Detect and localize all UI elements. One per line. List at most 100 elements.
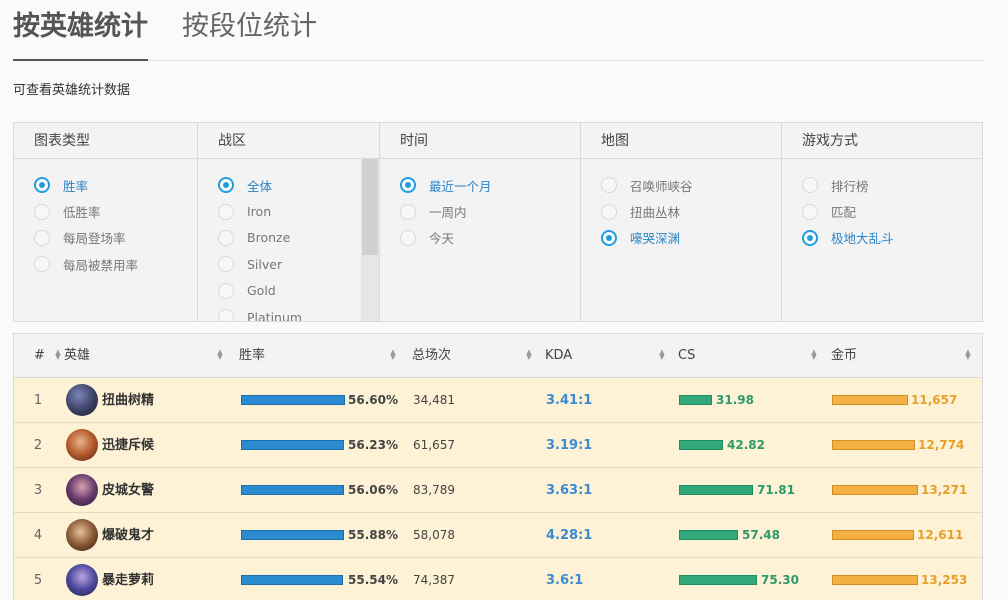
radio-unchecked-icon[interactable] [34,203,50,220]
filter-option[interactable]: Silver [198,251,379,277]
tab-by-hero[interactable]: 按英雄统计 [13,9,148,49]
rank-cell: 1 [33,393,43,408]
kda-value: 3.41:1 [546,393,593,408]
filter-chart-type: 图表类型 胜率 低胜率 每局登场率 每局被禁用率 [14,123,197,321]
gold-bar [832,485,918,495]
header-kda[interactable]: KDA [545,334,572,378]
hero-avatar[interactable] [66,519,98,551]
radio-unchecked-icon[interactable] [400,229,416,246]
header-winrate[interactable]: 胜率 [239,334,265,378]
radio-checked-icon[interactable] [218,177,234,194]
filter-option[interactable]: 每局登场率 [14,225,197,251]
header-cs[interactable]: CS [678,334,695,378]
filter-region-title: 战区 [198,123,379,159]
filter-option[interactable]: 一周内 [380,198,580,224]
radio-checked-icon[interactable] [601,229,617,246]
winrate-bar [241,530,344,540]
hero-name[interactable]: 暴走萝莉 [102,558,154,600]
filter-option[interactable]: 低胜率 [14,198,197,224]
filter-option[interactable]: 匹配 [782,198,982,224]
sort-icon[interactable]: ▲ ▼ [216,349,224,361]
table-row[interactable]: 5 暴走萝莉 55.54% 74,387 3.6:1 75.30 13,253 [14,558,982,600]
filter-option-label: Platinum [247,309,303,321]
header-hero[interactable]: 英雄 [64,334,90,378]
rank-cell: 4 [33,528,43,543]
cs-bar [679,440,723,450]
header-games[interactable]: 总场次 [412,334,451,378]
radio-unchecked-icon[interactable] [218,256,234,273]
filter-option[interactable]: Bronze [198,225,379,251]
sort-icon[interactable]: ▲ ▼ [389,349,397,361]
filter-map-title: 地图 [581,123,781,159]
hero-avatar[interactable] [66,384,98,416]
table-row[interactable]: 2 迅捷斥候 56.23% 61,657 3.19:1 42.82 12,774 [14,423,982,468]
filter-option[interactable]: Platinum [198,304,379,321]
rank-cell: 2 [33,438,43,453]
sort-icon[interactable]: ▲ ▼ [964,349,972,361]
sort-icon[interactable]: ▲ ▼ [810,349,818,361]
sort-icon[interactable]: ▲ ▼ [658,349,666,361]
filter-option[interactable]: 嚎哭深渊 [581,225,781,251]
cs-bar [679,530,738,540]
hero-name[interactable]: 皮城女警 [102,468,154,513]
radio-unchecked-icon[interactable] [34,229,50,246]
radio-unchecked-icon[interactable] [601,177,617,194]
filter-option[interactable]: 扭曲丛林 [581,198,781,224]
hero-avatar[interactable] [66,474,98,506]
hero-name[interactable]: 迅捷斥候 [102,423,154,468]
header-gold[interactable]: 金币 [831,334,857,378]
radio-unchecked-icon[interactable] [218,282,234,299]
radio-unchecked-icon[interactable] [601,203,617,220]
cs-value: 71.81 [757,483,795,497]
region-scrollbar-thumb[interactable] [362,159,378,255]
active-tab-indicator [13,59,148,61]
radio-unchecked-icon[interactable] [218,309,234,321]
cs-bar [679,485,753,495]
filter-option[interactable]: 全体 [198,172,379,198]
header-rank[interactable]: # [34,334,45,378]
games-value: 83,789 [413,483,455,497]
hero-avatar[interactable] [66,564,98,596]
filter-option-label: 胜率 [63,178,89,194]
filter-map-options: 召唤师峡谷 扭曲丛林 嚎哭深渊 [581,159,781,321]
filter-option[interactable]: 每局被禁用率 [14,251,197,277]
filter-option[interactable]: 最近一个月 [380,172,580,198]
radio-unchecked-icon[interactable] [218,203,234,220]
winrate-value: 55.54% [348,573,398,587]
sort-icon[interactable]: ▲ ▼ [54,349,62,361]
radio-checked-icon[interactable] [802,229,818,246]
hero-name[interactable]: 爆破鬼才 [102,513,154,558]
hero-avatar[interactable] [66,429,98,461]
winrate-bar [241,440,344,450]
gold-value: 12,611 [917,528,964,542]
table-row[interactable]: 4 爆破鬼才 55.88% 58,078 4.28:1 57.48 12,611 [14,513,982,558]
filter-option[interactable]: 排行榜 [782,172,982,198]
tab-by-tier[interactable]: 按段位统计 [182,9,317,49]
radio-unchecked-icon[interactable] [802,177,818,194]
filter-option[interactable]: 今天 [380,225,580,251]
table-row[interactable]: 1 扭曲树精 56.60% 34,481 3.41:1 31.98 11,657 [14,378,982,423]
filter-option[interactable]: 极地大乱斗 [782,225,982,251]
filter-option[interactable]: Iron [198,198,379,224]
radio-checked-icon[interactable] [34,177,50,194]
radio-checked-icon[interactable] [400,177,416,194]
radio-unchecked-icon[interactable] [802,203,818,220]
filter-region-options: 全体 Iron Bronze Silver Gold Platinum [198,159,379,321]
radio-unchecked-icon[interactable] [34,256,50,273]
filter-option[interactable]: Gold [198,278,379,304]
filter-option-label: Gold [247,283,276,299]
cs-value: 31.98 [716,393,754,407]
filter-option[interactable]: 胜率 [14,172,197,198]
gold-value: 11,657 [911,393,958,407]
radio-unchecked-icon[interactable] [218,229,234,246]
hero-name[interactable]: 扭曲树精 [102,378,154,423]
filter-mode-title: 游戏方式 [782,123,982,159]
sort-icon[interactable]: ▲ ▼ [525,349,533,361]
kda-value: 3.63:1 [546,483,593,498]
radio-unchecked-icon[interactable] [400,203,416,220]
page-subtitle: 可查看英雄统计数据 [13,83,131,98]
winrate-value: 56.06% [348,483,398,497]
region-scrollbar[interactable] [361,159,379,321]
filter-option[interactable]: 召唤师峡谷 [581,172,781,198]
table-row[interactable]: 3 皮城女警 56.06% 83,789 3.63:1 71.81 13,271 [14,468,982,513]
